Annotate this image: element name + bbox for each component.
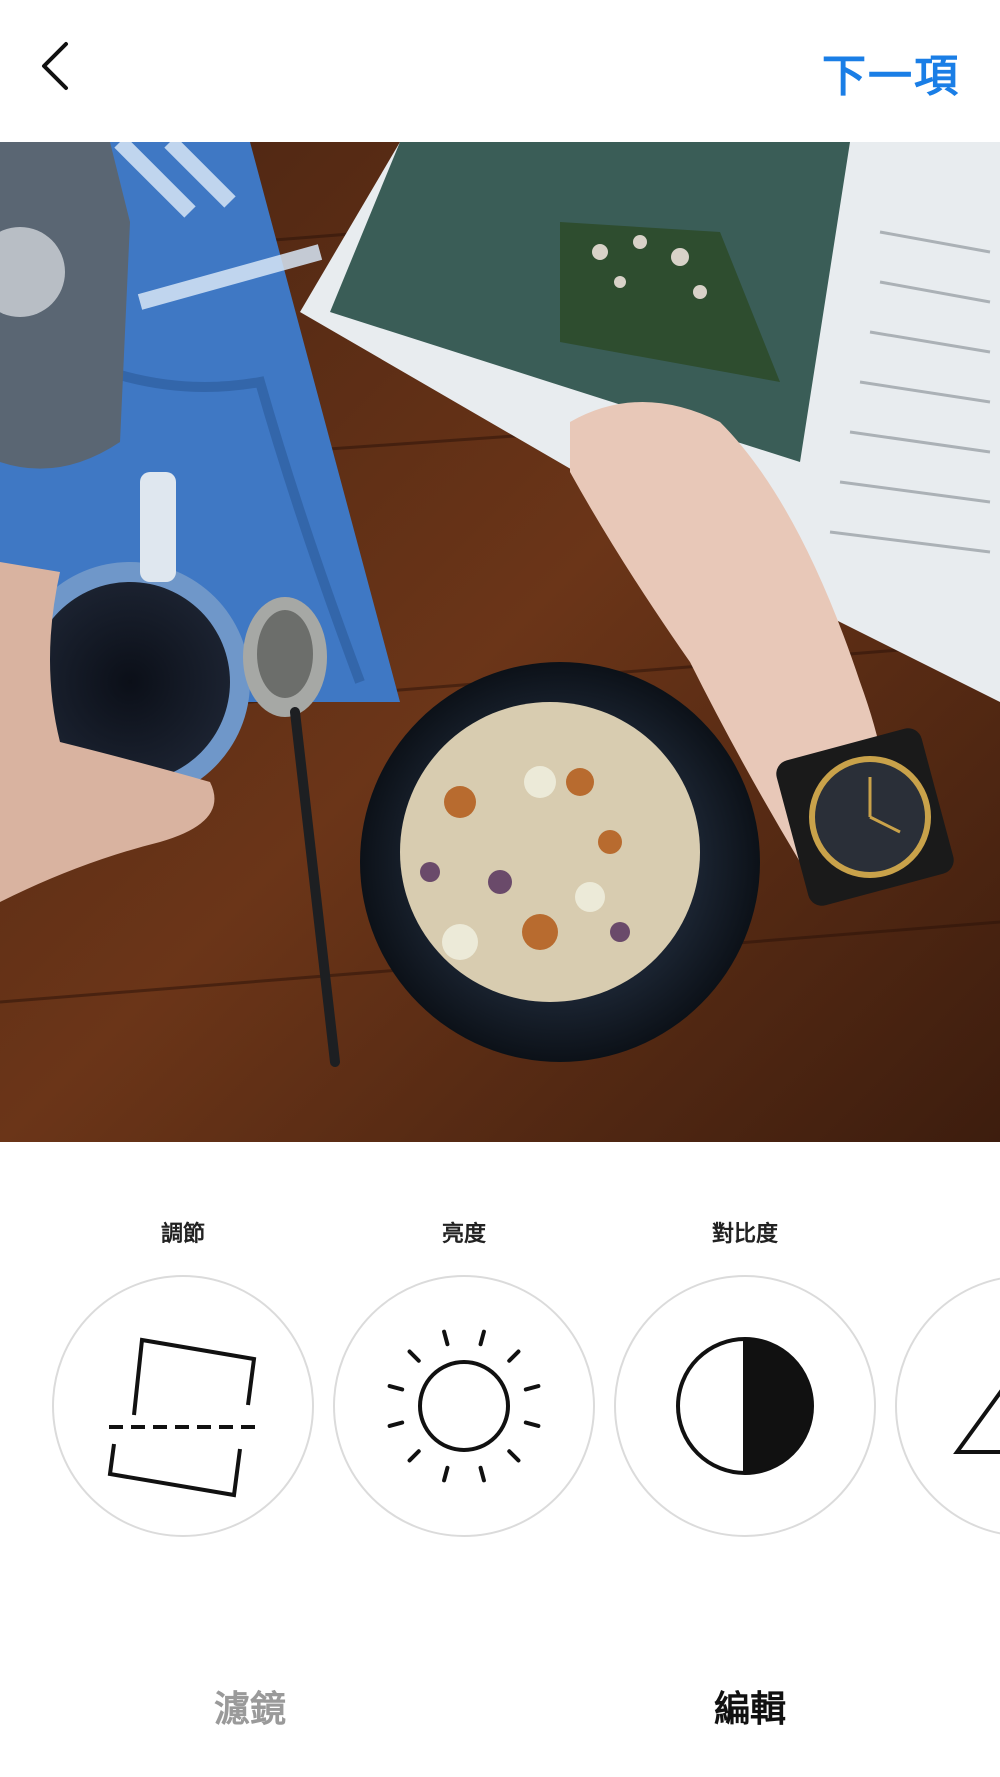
adjust-icon bbox=[107, 1337, 257, 1498]
chevron-left-icon bbox=[42, 42, 68, 90]
adjust-button[interactable] bbox=[52, 1275, 314, 1537]
tab-filter[interactable]: 濾鏡 bbox=[125, 1660, 375, 1760]
photo-preview bbox=[0, 142, 1000, 1142]
brightness-button[interactable] bbox=[333, 1275, 595, 1537]
tool-label: 對比度 bbox=[711, 1222, 778, 1247]
back-button[interactable] bbox=[30, 30, 90, 100]
structure-icon bbox=[953, 1389, 1000, 1454]
tool-label: 調節 bbox=[160, 1222, 205, 1247]
tool-brightness[interactable]: 亮度 bbox=[333, 1200, 595, 1537]
tool-adjust[interactable]: 調節 bbox=[52, 1200, 314, 1537]
next-button[interactable]: 下一項 bbox=[822, 40, 960, 104]
tool-structure[interactable] bbox=[895, 1200, 1000, 1540]
tool-contrast[interactable]: 對比度 bbox=[614, 1200, 876, 1537]
tool-label: 亮度 bbox=[441, 1222, 486, 1247]
contrast-button[interactable] bbox=[614, 1275, 876, 1537]
tool-label bbox=[895, 1200, 1000, 1260]
brightness-icon bbox=[387, 1329, 541, 1483]
bottom-tab-bar: 濾鏡 編輯 bbox=[0, 1660, 1000, 1760]
contrast-icon bbox=[676, 1337, 814, 1475]
tab-edit[interactable]: 編輯 bbox=[625, 1660, 875, 1760]
top-bar: 下一項 bbox=[0, 0, 1000, 140]
structure-button[interactable] bbox=[895, 1275, 1000, 1537]
edit-tools-row: 調節 亮度 對比度 bbox=[0, 1200, 1000, 1580]
photo-image bbox=[0, 142, 1000, 1142]
